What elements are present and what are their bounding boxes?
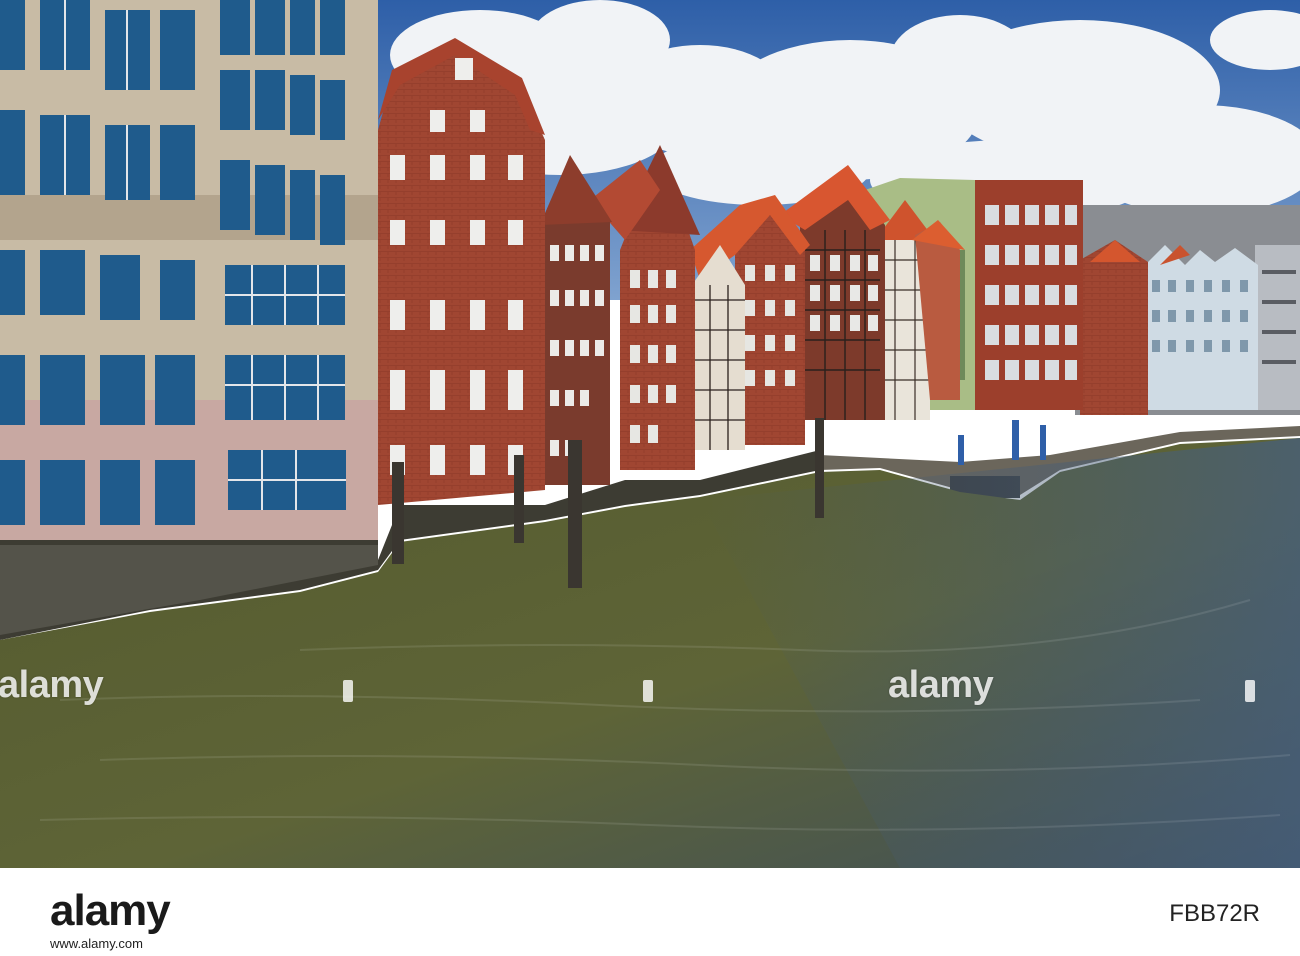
canal-photo xyxy=(0,0,1300,868)
watermark-mark xyxy=(343,680,353,702)
watermark-mark xyxy=(1245,680,1255,702)
red-gable-house-right xyxy=(1080,240,1148,415)
image-id: FBB72R xyxy=(1169,900,1260,927)
stock-footer: alamy FBB72R www.alamy.com xyxy=(0,868,1300,956)
watermark-mark xyxy=(643,680,653,702)
small-gable-house xyxy=(692,245,745,450)
alamy-logo: alamy xyxy=(50,886,171,935)
tall-red-brick-building xyxy=(378,45,545,505)
footer-url: www.alamy.com xyxy=(50,936,143,951)
watermark: alamy xyxy=(888,664,994,706)
white-houses xyxy=(1145,245,1258,410)
photo-scene: alamy alamy xyxy=(0,0,1300,868)
watermark: alamy xyxy=(0,664,104,706)
